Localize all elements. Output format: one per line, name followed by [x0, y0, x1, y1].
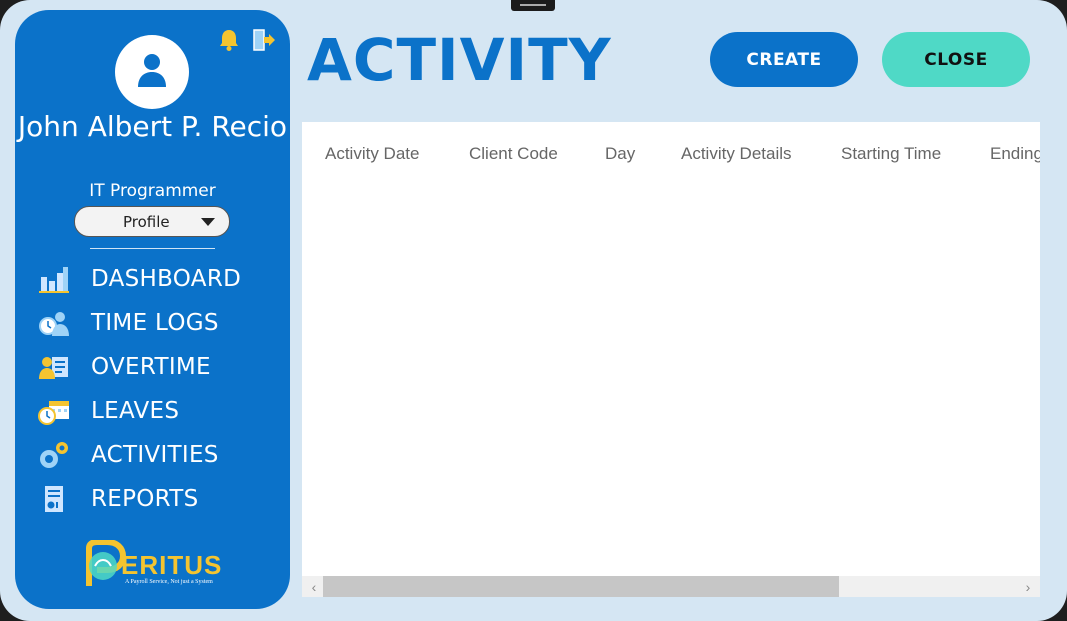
sidebar-item-dashboard[interactable]: DASHBOARD	[37, 260, 287, 298]
sidebar-top-icons	[218, 28, 276, 52]
sidebar-item-activities[interactable]: ACTIVITIES	[37, 436, 287, 474]
sidebar-item-leaves[interactable]: LEAVES	[37, 392, 287, 430]
reports-icon	[37, 482, 71, 516]
dashboard-chart-icon	[37, 262, 71, 296]
chevron-down-icon	[201, 218, 215, 226]
peritus-logo-mark	[86, 540, 127, 586]
user-name: John Albert P. Recio	[17, 110, 288, 143]
logout-icon[interactable]	[252, 28, 276, 52]
sidebar-item-label: DASHBOARD	[91, 266, 242, 292]
scroll-left-icon[interactable]: ‹	[304, 579, 324, 595]
window-drag-handle[interactable]	[511, 0, 555, 11]
column-header-ending[interactable]: Ending	[990, 144, 1040, 164]
close-button[interactable]: CLOSE	[882, 32, 1030, 87]
column-header-activity-date[interactable]: Activity Date	[325, 144, 419, 164]
bell-icon[interactable]	[218, 28, 240, 52]
scroll-right-icon[interactable]: ›	[1018, 579, 1038, 595]
table-header: Activity Date Client Code Day Activity D…	[302, 144, 1040, 166]
sidebar: John Albert P. Recio IT Programmer Profi…	[15, 10, 290, 609]
sidebar-item-label: ACTIVITIES	[91, 442, 219, 468]
app-window: John Albert P. Recio IT Programmer Profi…	[0, 0, 1067, 621]
horizontal-scrollbar[interactable]: ‹ ›	[302, 576, 1040, 597]
activity-table: Activity Date Client Code Day Activity D…	[302, 122, 1040, 597]
column-header-activity-details[interactable]: Activity Details	[681, 144, 792, 164]
leaves-icon	[37, 394, 71, 428]
sidebar-item-label: LEAVES	[91, 398, 180, 424]
sidebar-item-label: TIME LOGS	[91, 310, 219, 336]
column-header-day[interactable]: Day	[605, 144, 635, 164]
sidebar-item-reports[interactable]: REPORTS	[37, 480, 287, 518]
sidebar-divider	[90, 248, 215, 249]
sidebar-item-overtime[interactable]: OVERTIME	[37, 348, 287, 386]
sidebar-item-label: OVERTIME	[91, 354, 211, 380]
sidebar-item-label: REPORTS	[91, 486, 199, 512]
time-logs-icon	[37, 306, 71, 340]
overtime-icon	[37, 350, 71, 384]
page-title: ACTIVITY	[307, 26, 612, 94]
create-button[interactable]: CREATE	[710, 32, 858, 87]
profile-dropdown[interactable]: Profile	[74, 206, 230, 237]
logo-tagline: A Payroll Service, Not just a System	[125, 579, 213, 585]
column-header-starting-time[interactable]: Starting Time	[841, 144, 941, 164]
column-header-client-code[interactable]: Client Code	[469, 144, 558, 164]
user-icon	[138, 54, 166, 87]
user-role: IT Programmer	[89, 181, 216, 201]
avatar[interactable]	[115, 35, 189, 109]
scrollbar-thumb[interactable]	[323, 576, 839, 597]
peritus-logo: ERITUS A Payroll Service, Not just a Sys…	[79, 540, 229, 590]
sidebar-item-time-logs[interactable]: TIME LOGS	[37, 304, 287, 342]
activities-gears-icon	[37, 438, 71, 472]
profile-dropdown-value: Profile	[123, 212, 170, 231]
logo-text: ERITUS	[121, 550, 223, 580]
